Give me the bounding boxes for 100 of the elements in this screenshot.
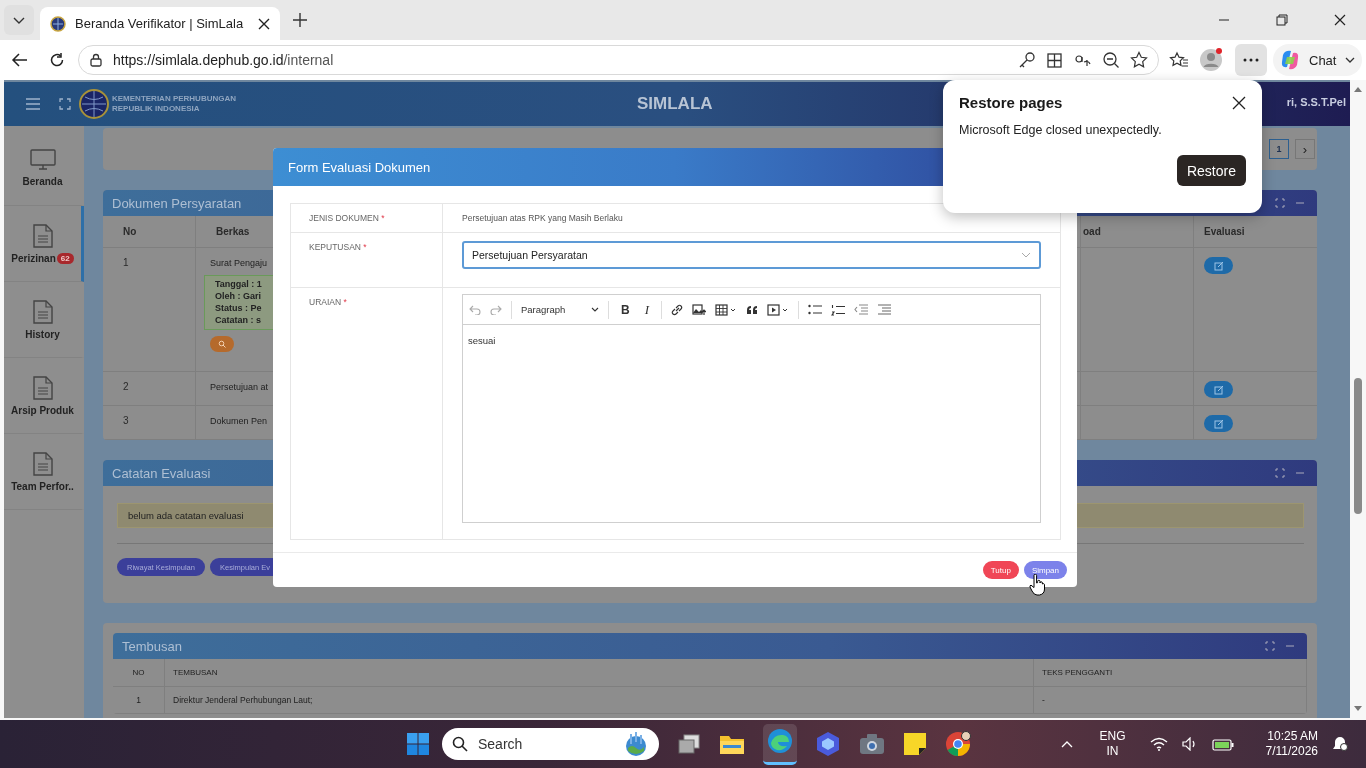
bullet-list-icon[interactable]: [808, 304, 822, 315]
table-cell: -: [1042, 695, 1045, 705]
fullscreen-icon[interactable]: [59, 98, 71, 110]
copilot-icon[interactable]: [815, 731, 841, 757]
close-icon[interactable]: [1334, 14, 1346, 26]
sidebar-item[interactable]: Team Perfor..: [4, 434, 84, 510]
panel-title: Catatan Evaluasi: [112, 465, 211, 481]
battery-icon[interactable]: [1211, 737, 1234, 751]
detail-line: Status : Pe: [215, 303, 263, 313]
table-cell: Persetujuan at: [210, 382, 269, 392]
tab-list-button[interactable]: [4, 5, 34, 35]
dialog-button[interactable]: Tutup: [982, 561, 1019, 579]
detail-line: Tanggal : 1: [215, 279, 263, 289]
language-indicator[interactable]: ENG: [1099, 729, 1126, 744]
apps-icon[interactable]: [1046, 51, 1064, 69]
volume-icon[interactable]: [1181, 737, 1198, 751]
column-header: No: [123, 226, 137, 237]
bold-button[interactable]: B: [618, 302, 633, 317]
back-icon[interactable]: [11, 51, 29, 69]
popup-message: Microsoft Edge closed unexpectedly.: [959, 123, 1163, 137]
close-icon[interactable]: [258, 17, 270, 30]
table-icon[interactable]: [715, 303, 737, 316]
region-indicator[interactable]: IN: [1106, 744, 1119, 759]
edit-icon: [1213, 384, 1224, 395]
sidebar-item[interactable]: Perizinan 62: [4, 206, 84, 282]
star-icon[interactable]: [1130, 51, 1148, 69]
wifi-icon[interactable]: [1149, 737, 1168, 751]
field-label: JENIS DOKUMEN *: [309, 213, 385, 223]
table-cell: 1: [123, 257, 129, 268]
paragraph-dropdown[interactable]: Paragraph: [521, 304, 599, 315]
caret-icon: [591, 306, 599, 313]
clock-time[interactable]: 10:25 AM: [1267, 729, 1318, 744]
next-page-button[interactable]: ›: [1295, 139, 1315, 159]
sticky-note-icon[interactable]: [903, 732, 927, 756]
detail-line: Catatan : s: [215, 315, 262, 325]
field-value: Persetujuan atas RPK yang Masih Berlaku: [462, 212, 624, 223]
table-cell: 3: [123, 415, 129, 426]
sidebar-item[interactable]: Arsip Produk: [4, 358, 84, 434]
browser-icon[interactable]: [767, 727, 793, 754]
modal-title: Form Evaluasi Dokumen: [288, 159, 431, 175]
emblem-icon: [50, 15, 66, 32]
chrome-icon[interactable]: [945, 731, 971, 757]
task-view-icon[interactable]: [677, 733, 701, 755]
image-upload-icon[interactable]: [692, 303, 706, 316]
count-badge: 62: [56, 252, 74, 264]
table-cell: 1: [136, 695, 141, 705]
document-icon: [32, 223, 53, 248]
search-icon: [218, 340, 226, 348]
link-icon[interactable]: [671, 303, 683, 316]
browser-tab[interactable]: Beranda Verifikator | SimLala: [40, 7, 280, 40]
page-button[interactable]: 1: [1269, 139, 1289, 159]
new-tab-icon[interactable]: [292, 12, 308, 28]
decision-dropdown[interactable]: Persetujuan Persyaratan: [462, 241, 1041, 269]
document-icon: [32, 299, 53, 324]
camera-icon[interactable]: [859, 733, 885, 755]
chat-button[interactable]: Chat: [1273, 44, 1363, 76]
chevron-up-icon[interactable]: [1061, 740, 1074, 748]
menu-icon[interactable]: [26, 98, 40, 110]
favorites-icon[interactable]: [1169, 51, 1189, 69]
media-icon[interactable]: [767, 303, 789, 316]
folder-icon[interactable]: [719, 733, 745, 755]
user-name[interactable]: ri, S.S.T.Pel: [1286, 96, 1346, 108]
numbered-list-icon[interactable]: [831, 303, 845, 316]
sidebar-item[interactable]: History: [4, 282, 84, 358]
edit-icon: [1213, 260, 1224, 271]
agency-name: KEMENTERIAN PERHUBUNGAN: [112, 94, 236, 104]
refresh-icon[interactable]: [49, 52, 65, 68]
zoom-out-icon[interactable]: [1102, 51, 1120, 69]
panel-title: Tembusan: [122, 638, 182, 654]
italic-button[interactable]: I: [641, 301, 652, 318]
start-icon[interactable]: [406, 732, 430, 756]
emblem-icon: [79, 89, 109, 119]
document-icon: [32, 451, 53, 476]
column-header: TEKS PENGGANTI: [1042, 668, 1113, 677]
close-icon[interactable]: [1232, 95, 1246, 110]
restore-window-icon[interactable]: [1276, 14, 1288, 26]
quote-icon[interactable]: [746, 304, 758, 315]
clock-date[interactable]: 7/11/2026: [1265, 744, 1318, 759]
sidebar-item[interactable]: Beranda: [4, 130, 84, 206]
profile-icon[interactable]: [1199, 48, 1223, 72]
more-icon: [1243, 58, 1259, 62]
scrollbar-thumb[interactable]: [1354, 378, 1362, 514]
search-icon: [452, 736, 468, 752]
expand-icon[interactable]: [1275, 198, 1285, 208]
search-field[interactable]: Search: [442, 728, 659, 760]
key-icon[interactable]: [1018, 51, 1036, 69]
table-cell: Dokumen Pen: [210, 416, 268, 426]
notification-icon[interactable]: [1332, 736, 1348, 752]
column-header: NO: [132, 668, 145, 677]
agency-country: REPUBLIK INDONESIA: [112, 104, 201, 114]
column-header: TEMBUSAN: [173, 668, 218, 677]
restore-button[interactable]: Restore: [1176, 155, 1246, 186]
outdent-icon[interactable]: [854, 304, 868, 315]
column-header: Berkas: [216, 226, 250, 237]
table-cell: Surat Pengaju: [210, 258, 268, 268]
expand-icon[interactable]: [1265, 641, 1275, 651]
search-button[interactable]: [210, 336, 234, 352]
expand-icon[interactable]: [1275, 468, 1285, 478]
scroll-up-icon: [1354, 86, 1362, 92]
panel-title: Dokumen Persyaratan: [112, 195, 242, 211]
